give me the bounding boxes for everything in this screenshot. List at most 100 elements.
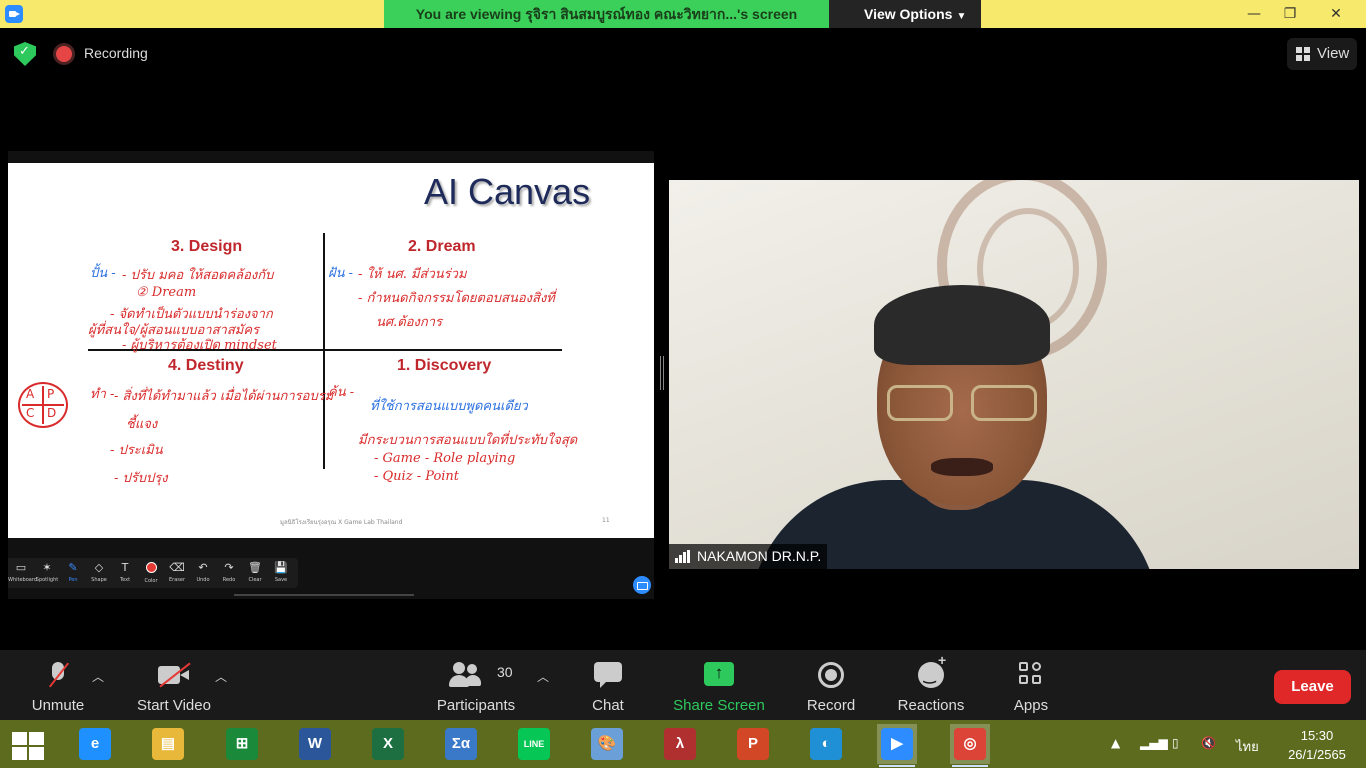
taskbar-chrome-button[interactable]: ◎ (950, 724, 990, 767)
video-options-chevron-icon[interactable]: ︿ (215, 668, 227, 685)
spotlight-tool[interactable]: ✶ Spotlight (34, 558, 60, 588)
taskbar-excel-button[interactable]: X (368, 724, 408, 764)
destiny-note: - ประเมิน (110, 443, 163, 458)
undo-tool[interactable]: ↶ Undo (190, 558, 216, 588)
viewing-banner: You are viewing รุจิรา สินสมบูรณ์ทอง คณะ… (384, 0, 829, 28)
view-button[interactable]: View (1287, 38, 1357, 70)
shared-screen[interactable]: AI Canvas 3. Design 2. Dream 4. Destiny … (8, 151, 654, 599)
participants-label: Participants (436, 697, 516, 714)
design-note: ② Dream (136, 285, 197, 300)
unmute-button[interactable]: Unmute (22, 650, 94, 720)
glasses (887, 385, 1047, 425)
destiny-note: - ปรับปรุง (114, 471, 168, 486)
taskbar-zoom-button[interactable]: ▶ (877, 724, 917, 767)
color-tool[interactable]: Color (138, 558, 164, 588)
taskbar-powerpoint-button[interactable]: P (733, 724, 773, 764)
taskbar-edge-button[interactable]: ◐ (806, 724, 846, 764)
split-handle[interactable] (660, 356, 664, 390)
microphone-muted-icon (47, 662, 69, 690)
zoom-app-icon (5, 5, 23, 23)
excel-icon: X (372, 728, 404, 760)
pen-icon: ✎ (68, 561, 78, 574)
internet-explorer-icon: e (79, 728, 111, 760)
show-hidden-icons-icon[interactable]: ▲ (1111, 736, 1120, 750)
side-label-design: ปั้น - (90, 266, 116, 281)
meeting-controls: Unmute ︿ Start Video ︿ 30 Participants ︿… (0, 650, 1366, 720)
encryption-shield-icon[interactable] (14, 42, 36, 66)
taskbar-lisrel-button[interactable]: λ (660, 724, 700, 764)
chat-bubble-icon (594, 662, 622, 688)
discovery-note: ที่ใช้การสอนแบบพูดคนเดียว (370, 399, 528, 414)
whiteboard-icon: ▭ (15, 561, 27, 574)
minimize-button[interactable]: — (1234, 0, 1274, 28)
dream-note: นศ.ต้องการ (376, 315, 443, 330)
taskbar-file-explorer-button[interactable]: ▤ (148, 724, 188, 764)
edge-icon: ◐ (810, 728, 842, 760)
audio-options-chevron-icon[interactable]: ︿ (92, 668, 104, 685)
reactions-button[interactable]: Reactions (894, 650, 968, 720)
apps-button[interactable]: Apps (1008, 650, 1054, 720)
chat-button[interactable]: Chat (582, 650, 634, 720)
participant-name: NAKAMON DR.N.P. (697, 548, 822, 564)
redo-icon: ↷ (224, 561, 234, 574)
grid-view-icon (1296, 47, 1310, 61)
participant-video[interactable]: วิ คม NAKAMON DR.N.P. (669, 180, 1359, 569)
battery-icon[interactable]: ▯ (1172, 736, 1179, 750)
store-icon: ⊞ (226, 728, 258, 760)
eraser-tool[interactable]: ⌫ Eraser (164, 558, 190, 588)
maximize-button[interactable]: ❐ (1270, 0, 1310, 28)
word-icon: W (299, 728, 331, 760)
quadrant-destiny: 4. Destiny (168, 357, 244, 374)
clear-tool[interactable]: 🗑 Clear (242, 558, 268, 588)
volume-muted-icon[interactable]: 🔇 (1201, 736, 1216, 750)
camera-off-icon (158, 662, 190, 688)
slide-page-number: 11 (602, 517, 610, 524)
view-options-label: View Options (864, 6, 953, 22)
undo-icon: ↶ (198, 561, 208, 574)
taskbar-internet-explorer-button[interactable]: e (75, 724, 115, 764)
quadrant-design: 3. Design (171, 238, 243, 255)
windows-start-icon[interactable] (12, 732, 46, 760)
taskbar-store-button[interactable]: ⊞ (222, 724, 262, 764)
start-video-button[interactable]: Start Video (130, 650, 218, 720)
share-scrollbar[interactable] (234, 594, 414, 596)
record-button[interactable]: Record (802, 650, 860, 720)
close-button[interactable]: ✕ (1316, 0, 1356, 28)
shape-tool[interactable]: ◇ Shape (86, 558, 112, 588)
view-options-button[interactable]: View Options ▼ (829, 0, 981, 28)
file-explorer-icon: ▤ (152, 728, 184, 760)
quadrant-dream: 2. Dream (408, 238, 476, 255)
network-icon[interactable]: ▂▄▆ (1140, 736, 1168, 750)
redo-tool[interactable]: ↷ Redo (216, 558, 242, 588)
taskbar-line-button[interactable]: LINE (514, 724, 554, 764)
whiteboard-tool[interactable]: ▭ Whiteboard (8, 558, 37, 588)
floating-camera-icon[interactable] (631, 574, 653, 596)
slide-footer: มูลนิธิโรงเรียนรุ่งอรุณ X Game Lab Thail… (280, 519, 403, 526)
taskbar-paint-button[interactable]: 🎨 (587, 724, 627, 764)
taskbar-math-input-button[interactable]: Σα (441, 724, 481, 764)
participants-button[interactable]: 30 Participants (430, 650, 522, 720)
input-language[interactable]: ไทย (1236, 736, 1259, 757)
discovery-note: - Game - Role playing (374, 451, 516, 466)
text-tool[interactable]: T Text (112, 558, 138, 588)
start-video-label: Start Video (137, 697, 211, 714)
unmute-label: Unmute (31, 697, 85, 714)
record-icon (818, 662, 844, 688)
share-screen-label: Share Screen (673, 697, 765, 714)
system-clock[interactable]: 15:30 26/1/2565 (1282, 726, 1352, 764)
reactions-emoji-icon (918, 652, 946, 688)
pen-tool[interactable]: ✎ Pen (60, 558, 86, 588)
apps-label: Apps (1013, 697, 1049, 714)
chevron-down-icon: ▼ (956, 11, 967, 22)
share-screen-button[interactable]: Share Screen (670, 650, 768, 720)
text-icon: T (121, 561, 129, 574)
title-bar: You are viewing รุจิรา สินสมบูรณ์ทอง คณะ… (0, 0, 1366, 28)
participant-count: 30 (497, 664, 513, 680)
save-tool[interactable]: 💾 Save (268, 558, 294, 588)
dream-note: - ให้ นศ. มีส่วนร่วม (358, 267, 467, 282)
powerpoint-icon: P (737, 728, 769, 760)
taskbar-word-button[interactable]: W (295, 724, 335, 764)
participants-options-chevron-icon[interactable]: ︿ (537, 668, 549, 685)
shape-icon: ◇ (94, 561, 104, 574)
leave-button[interactable]: Leave (1274, 670, 1351, 704)
